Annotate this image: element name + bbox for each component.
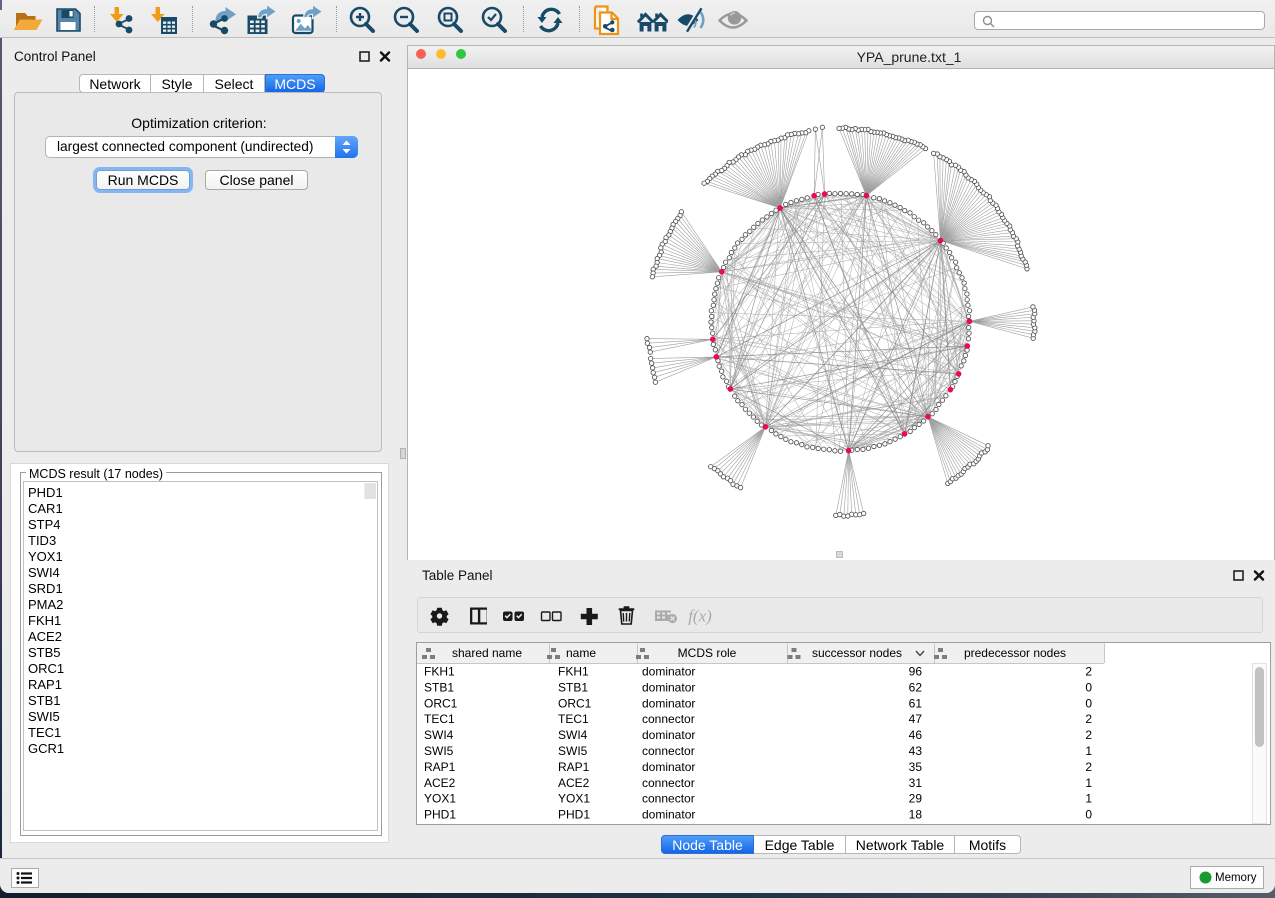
svg-text:ORC1: ORC1 [558,696,592,710]
svg-text:SWI4: SWI4 [424,728,454,742]
svg-text:ACE2: ACE2 [558,776,590,790]
svg-text:2: 2 [1085,728,1092,742]
svg-text:MCDS role: MCDS role [678,646,737,660]
svg-text:ORC1: ORC1 [424,696,458,710]
svg-text:18: 18 [909,808,923,822]
svg-text:PHD1: PHD1 [424,808,456,822]
svg-text:47: 47 [909,712,923,726]
svg-text:SWI5: SWI5 [424,744,454,758]
svg-text:predecessor nodes: predecessor nodes [964,646,1066,660]
svg-text:2: 2 [1085,665,1092,679]
svg-text:2: 2 [1085,712,1092,726]
svg-text:29: 29 [909,792,923,806]
svg-text:shared name: shared name [452,646,522,660]
svg-text:46: 46 [909,728,923,742]
svg-text:YOX1: YOX1 [558,792,590,806]
svg-text:connector: connector [642,744,695,758]
svg-text:35: 35 [909,760,923,774]
svg-text:0: 0 [1085,696,1092,710]
svg-text:31: 31 [909,776,923,790]
svg-text:1: 1 [1085,792,1092,806]
svg-text:successor nodes: successor nodes [812,646,902,660]
svg-text:FKH1: FKH1 [424,665,455,679]
svg-text:RAP1: RAP1 [558,760,590,774]
svg-text:TEC1: TEC1 [424,712,455,726]
svg-text:connector: connector [642,776,695,790]
svg-text:f(x): f(x) [688,607,712,626]
svg-text:0: 0 [1085,680,1092,694]
svg-text:STB1: STB1 [424,680,454,694]
svg-text:dominator: dominator [642,665,695,679]
svg-text:STB1: STB1 [558,680,588,694]
svg-text:dominator: dominator [642,696,695,710]
svg-text:dominator: dominator [642,680,695,694]
svg-text:43: 43 [909,744,923,758]
svg-text:TEC1: TEC1 [558,712,589,726]
svg-text:61: 61 [909,696,923,710]
svg-text:0: 0 [1085,808,1092,822]
svg-text:YOX1: YOX1 [424,792,456,806]
svg-text:dominator: dominator [642,808,695,822]
svg-text:dominator: dominator [642,760,695,774]
svg-text:name: name [566,646,596,660]
svg-text:dominator: dominator [642,728,695,742]
svg-text:connector: connector [642,792,695,806]
svg-text:connector: connector [642,712,695,726]
svg-text:RAP1: RAP1 [424,760,456,774]
svg-text:2: 2 [1085,760,1092,774]
svg-text:ACE2: ACE2 [424,776,456,790]
svg-text:96: 96 [909,665,923,679]
svg-text:PHD1: PHD1 [558,808,590,822]
svg-text:1: 1 [1085,744,1092,758]
svg-text:SWI5: SWI5 [558,744,588,758]
svg-text:1: 1 [1085,776,1092,790]
svg-text:SWI4: SWI4 [558,728,588,742]
svg-text:62: 62 [909,680,923,694]
svg-text:FKH1: FKH1 [558,665,589,679]
